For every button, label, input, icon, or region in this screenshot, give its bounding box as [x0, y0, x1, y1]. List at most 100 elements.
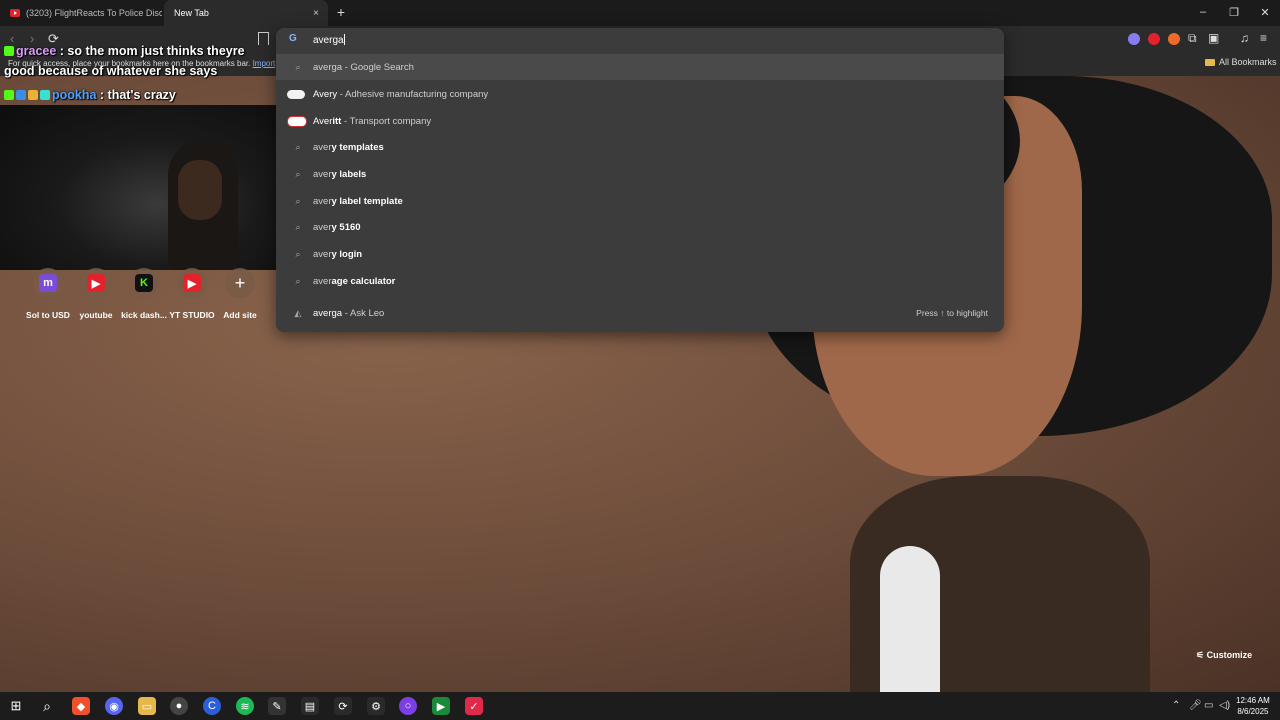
- banana-badge-icon: [28, 90, 38, 100]
- app-icon[interactable]: ▤: [301, 697, 319, 715]
- chevron-up-icon[interactable]: ⌃: [1172, 700, 1180, 711]
- system-clock[interactable]: 12:46 AM 8/6/2025: [1236, 695, 1270, 717]
- shortcut-label: youtube: [79, 310, 113, 320]
- app-icon[interactable]: ○: [399, 697, 417, 715]
- suggestion-averitt[interactable]: Averitt - Transport company: [276, 108, 1004, 134]
- shortcut-sol-to-usd[interactable]: m Sol to USD: [22, 268, 74, 320]
- search-icon: ⌕: [295, 195, 301, 206]
- folder-icon: [1205, 58, 1215, 66]
- suggestion-ask-leo[interactable]: ◭ averga - Ask Leo Press ↑ to highlight: [276, 300, 1004, 326]
- tab-new-tab[interactable]: New Tab ×: [164, 0, 328, 26]
- search-icon[interactable]: ⌕: [38, 697, 56, 715]
- customize-label: Customize: [1206, 650, 1253, 660]
- shortcut-kick-dashboard[interactable]: K kick dash...: [118, 268, 170, 320]
- omnibox-dropdown: G averga ⌕ averga - Google Search Avery …: [276, 28, 1004, 332]
- media-icon[interactable]: ♫: [1240, 31, 1249, 45]
- youtube-icon: ▶: [87, 274, 105, 292]
- kick-icon: K: [135, 274, 153, 292]
- chat-message-continuation: good because of whatever she says: [4, 64, 218, 78]
- tab-title: New Tab: [174, 8, 209, 18]
- close-window-button[interactable]: ✕: [1255, 6, 1275, 19]
- chat-username: pookha: [52, 88, 97, 102]
- close-tab-button[interactable]: ×: [309, 8, 323, 19]
- all-bookmarks-button[interactable]: All Bookmarks: [1205, 57, 1277, 67]
- address-input[interactable]: averga: [313, 34, 345, 46]
- import-link[interactable]: Import: [253, 59, 276, 68]
- brave-rewards-icon[interactable]: [1168, 33, 1180, 45]
- app-icon[interactable]: ⟳: [334, 697, 352, 715]
- all-bookmarks-label: All Bookmarks: [1219, 57, 1277, 67]
- clock-time: 12:46 AM: [1236, 696, 1270, 705]
- app-icon[interactable]: ✓: [465, 697, 483, 715]
- microphone-icon[interactable]: 🎤︎: [1189, 700, 1202, 711]
- webcam-overlay: [0, 105, 286, 270]
- minimize-button[interactable]: –: [1193, 6, 1213, 18]
- search-icon: ⌕: [295, 248, 301, 259]
- customize-button[interactable]: ⚟ Customize: [1196, 650, 1252, 661]
- suggestion-avery[interactable]: Avery - Adhesive manufacturing company: [276, 81, 1004, 107]
- file-explorer-icon[interactable]: ▭: [138, 697, 156, 715]
- spotify-icon[interactable]: ≋: [236, 697, 254, 715]
- shortcut-label: Add site: [223, 310, 257, 320]
- search-icon: ⌕: [295, 141, 301, 152]
- menu-icon[interactable]: ≡: [1260, 31, 1267, 45]
- suggestion-item[interactable]: ⌕ avery label template: [276, 188, 1004, 214]
- leo-icon: ◭: [294, 307, 302, 318]
- plus-icon: +: [234, 272, 246, 293]
- suggestion-item[interactable]: ⌕ average calculator: [276, 268, 1004, 294]
- steam-icon[interactable]: ⚙: [367, 697, 385, 715]
- kick-badge-icon: [4, 46, 14, 56]
- suggestion-item[interactable]: ⌕ avery login: [276, 241, 1004, 267]
- shortcut-yt-studio[interactable]: ▶ YT STUDIO: [166, 268, 218, 320]
- qr-badge-icon: [40, 90, 50, 100]
- wallet-icon[interactable]: ▣: [1208, 31, 1219, 45]
- google-icon: G: [289, 33, 297, 44]
- suggestion-item[interactable]: ⌕ avery labels: [276, 161, 1004, 187]
- youtube-icon: ▶: [183, 274, 201, 292]
- suggestion-item[interactable]: ⌕ avery 5160: [276, 214, 1004, 240]
- search-icon: ⌕: [295, 221, 301, 232]
- network-icon[interactable]: ▭: [1204, 700, 1213, 711]
- shortcut-label: kick dash...: [121, 310, 167, 320]
- kick-badge-icon: [4, 90, 14, 100]
- chat-username: gracee: [16, 44, 57, 58]
- avery-logo-icon: [287, 89, 305, 99]
- obs-icon[interactable]: ●: [170, 697, 188, 715]
- shortcut-youtube[interactable]: ▶ youtube: [70, 268, 122, 320]
- volume-icon[interactable]: ◁): [1219, 700, 1230, 711]
- app-icon[interactable]: C: [203, 697, 221, 715]
- sliders-icon: ⚟: [1196, 650, 1205, 660]
- character-collar: [880, 546, 940, 696]
- restore-button[interactable]: ❐: [1224, 6, 1244, 19]
- sol-icon: m: [39, 274, 57, 292]
- suggestion-google-search[interactable]: ⌕ averga - Google Search: [276, 54, 1004, 80]
- windows-start-icon[interactable]: ⊞: [7, 697, 25, 715]
- extension-icon[interactable]: [1148, 33, 1160, 45]
- keyboard-hint: Press ↑ to highlight: [916, 308, 988, 318]
- youtube-icon: [10, 9, 20, 17]
- new-tab-button[interactable]: +: [334, 4, 348, 20]
- averitt-logo-icon: [287, 115, 307, 127]
- chat-message: gracee : so the mom just thinks theyre: [4, 44, 245, 58]
- tab-title: (3203) FlightReacts To Police Discove: [26, 8, 162, 18]
- tab-youtube[interactable]: (3203) FlightReacts To Police Discove: [0, 0, 162, 26]
- search-icon: ⌕: [295, 275, 301, 286]
- streamer-face: [178, 160, 222, 220]
- chat-text: : that's crazy: [96, 88, 176, 102]
- tab-strip: (3203) FlightReacts To Police Discove Ne…: [0, 0, 1280, 26]
- shortcut-label: Sol to USD: [26, 310, 70, 320]
- app-icon[interactable]: ▶: [432, 697, 450, 715]
- brave-browser-icon[interactable]: ◆: [72, 697, 90, 715]
- shortcut-add-site[interactable]: + Add site: [214, 268, 266, 320]
- discord-icon[interactable]: ◉: [105, 697, 123, 715]
- app-icon[interactable]: ✎: [268, 697, 286, 715]
- sub-badge-icon: [16, 90, 26, 100]
- search-icon: ⌕: [295, 168, 301, 179]
- chat-message: pookha : that's crazy: [4, 88, 176, 102]
- extension-icon[interactable]: [1128, 33, 1140, 45]
- suggestion-item[interactable]: ⌕ avery templates: [276, 134, 1004, 160]
- chat-text: : so the mom just thinks theyre: [56, 44, 245, 58]
- address-bar[interactable]: G averga: [276, 28, 1004, 52]
- bookmark-icon[interactable]: [258, 32, 269, 45]
- extensions-icon[interactable]: ⧉: [1188, 31, 1197, 46]
